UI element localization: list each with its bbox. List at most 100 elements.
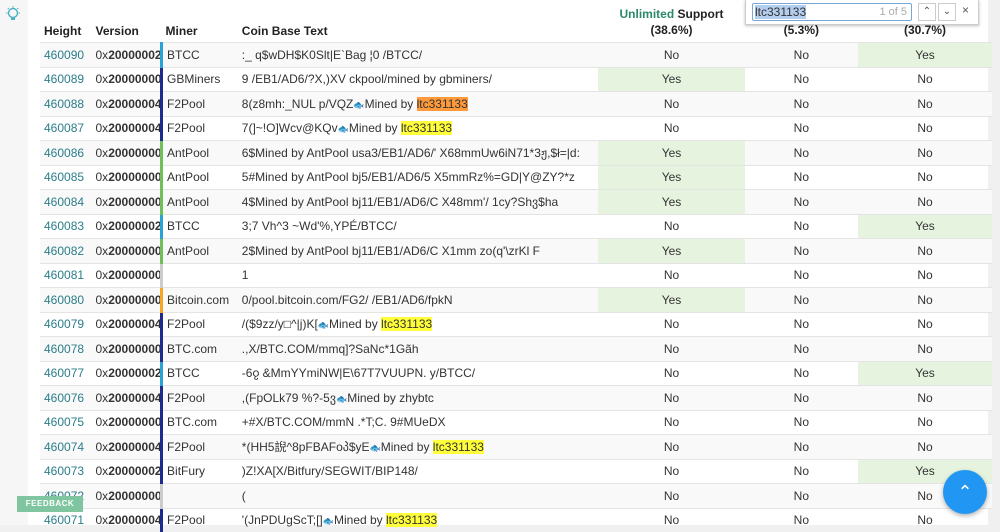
table-row[interactable]: 460090 0x20000002 BTCC:_ q$wDH$K0Slt|E`Bag…: [40, 42, 992, 67]
support-cell: Yes: [598, 140, 745, 165]
header-unlimited-support[interactable]: Unlimited Support (38.6%): [598, 0, 744, 43]
table-row[interactable]: 460074 0x20000004 F2Pool *(HH5誽^8pFBAFoპ$yE…: [40, 434, 992, 459]
block-height-link[interactable]: 460087: [40, 115, 92, 141]
table-row[interactable]: 460080 0x20000000 Bitcoin.com 0/pool.bitcoi…: [40, 287, 992, 312]
blocks-table: Height Version Miner Coin Base Text Unli…: [40, 0, 992, 532]
coinbase-text: 9 /EB1/AD6/?X,)XV ckpool/mined by gbmine…: [237, 66, 599, 92]
coinbase-text: 1: [237, 262, 599, 288]
miner-name: Bitcoin.com: [160, 287, 238, 312]
miner-name: AntPool: [160, 164, 238, 190]
coinbase-mined-by: Mined by zhybtc: [347, 390, 434, 405]
block-height-link[interactable]: 460077: [40, 360, 92, 386]
version-prefix: 0x: [95, 341, 109, 356]
version-prefix: 0x: [95, 170, 109, 185]
support-cell: Yes: [598, 164, 745, 190]
header-version[interactable]: Version: [92, 0, 162, 43]
coinbase-mined-by: Mined by: [364, 96, 417, 111]
version-prefix: 0x: [95, 145, 109, 160]
table-row[interactable]: 460078 0x20000000 BTC.com .,X/BTC.COM/mmq]?…: [40, 336, 992, 361]
block-height-link[interactable]: 460089: [40, 66, 92, 92]
find-next-button[interactable]: ⌄: [938, 3, 956, 21]
block-height-link[interactable]: 460088: [40, 91, 92, 116]
coinbase-prefix: 0/pool.bitcoin.com/FG2/ /EB1/AD6/fpkN: [241, 292, 453, 307]
fish-icon: 🐟: [337, 124, 349, 135]
table-row[interactable]: 460083 0x20000002 BTCC 3;7 Vh^3 ~Wd'%,YPÉ/B…: [40, 213, 992, 239]
block-height-link[interactable]: 460082: [40, 238, 92, 263]
table-row[interactable]: 460071 0x20000004 F2Pool '(JnPDUgScT;[]🐟Min…: [40, 507, 992, 532]
coinbase-text: ,(FpOLk79 %?-5ვ🐟Mined by zhybtc: [237, 385, 599, 410]
header-coinbase[interactable]: Coin Base Text: [238, 0, 599, 43]
table-row[interactable]: 460088 0x20000004 F2Pool 8(z8mh:_NUL p/VQZ🐟…: [40, 91, 992, 116]
table-row[interactable]: 460086 0x20000000 AntPool 6$Mined by AntPoo…: [40, 140, 992, 165]
block-height-link[interactable]: 460079: [40, 311, 92, 337]
block-version: 0x20000000: [91, 483, 162, 508]
support-cell: No: [858, 434, 992, 459]
find-prev-button[interactable]: ⌃: [918, 3, 936, 21]
lightbulb-icon[interactable]: [5, 6, 21, 22]
block-height-link[interactable]: 460090: [40, 42, 92, 67]
support-cell: No: [598, 213, 745, 239]
scroll-top-button[interactable]: ⌃: [943, 470, 987, 514]
block-height-link[interactable]: 460073: [40, 458, 92, 484]
block-height-link[interactable]: 460080: [40, 287, 92, 312]
block-height-link[interactable]: 460086: [40, 140, 92, 165]
block-height-link[interactable]: 460084: [40, 189, 92, 214]
find-close-button[interactable]: ×: [962, 3, 969, 17]
support-cell: No: [858, 238, 992, 263]
support-cell: No: [858, 115, 992, 141]
coinbase-prefix: +#X/BTC.COM/mmN .*T;C. 9#MUeDX: [241, 415, 446, 430]
support-cell: No: [744, 507, 858, 532]
table-row[interactable]: 460089 0x20000000 GBMiners 9 /EB1/AD6/?X,)X…: [40, 66, 992, 92]
version-prefix: 0x: [95, 194, 109, 209]
fish-icon: 🐟: [353, 99, 365, 110]
fish-icon: 🐟: [369, 443, 381, 454]
miner-name: BTC.com: [160, 336, 238, 361]
table-row[interactable]: 460084 0x20000000 AntPool 4$Mined by AntPoo…: [40, 189, 992, 214]
close-icon: ×: [962, 3, 970, 17]
miner-name: F2Pool: [160, 507, 238, 532]
support-cell: No: [744, 434, 858, 459]
table-row[interactable]: 460073 0x20000002 BitFury)Z!XA[X/Bitfury/S…: [40, 458, 992, 484]
header-miner[interactable]: Miner: [162, 0, 238, 43]
table-row[interactable]: 460085 0x20000000 AntPool 5#Mined by AntPoo…: [40, 164, 992, 190]
block-height-link[interactable]: 460085: [40, 164, 92, 190]
coinbase-text: *(HH5誽^8pFBAFoპ$yE🐟Mined by ltc331133: [237, 434, 599, 459]
support-cell: No: [858, 140, 992, 165]
header-height[interactable]: Height: [40, 0, 92, 43]
block-version: 0x20000000: [91, 262, 162, 288]
search-highlight: ltc331133: [432, 440, 484, 455]
table-row[interactable]: 460076 0x20000004 F2Pool ,(FpOLk79 %?-5ვ🐟Mi…: [40, 385, 992, 410]
version-bits: 20000000: [108, 170, 162, 185]
find-input[interactable]: ltc331133 1 of 5: [752, 3, 912, 21]
table-row[interactable]: 460075 0x20000000 BTC.com +#X/BTC.COM/mmN .…: [40, 409, 992, 435]
support-cell: No: [858, 91, 992, 116]
table-row[interactable]: 460077 0x20000002 BTCC -6ჹ &MmYYmiNW|E\67T7…: [40, 360, 992, 386]
block-height-link[interactable]: 460075: [40, 409, 92, 435]
miner-name: AntPool: [160, 189, 238, 214]
version-bits: 20000000: [108, 488, 162, 503]
block-height-link[interactable]: 460083: [40, 213, 92, 239]
coinbase-prefix: '(JnPDUgScT;[]: [241, 513, 323, 528]
support-cell: No: [858, 287, 992, 312]
block-height-link[interactable]: 460074: [40, 434, 92, 459]
version-bits: 20000004: [108, 96, 162, 111]
table-row[interactable]: 4600720x20000000(NoNoNo: [40, 483, 992, 508]
block-height-link[interactable]: 460081: [40, 262, 92, 288]
table-row[interactable]: 460081 0x20000000 1 No No No: [40, 262, 992, 288]
block-version: 0x20000000: [91, 140, 162, 165]
block-height-link[interactable]: 460078: [40, 336, 92, 361]
support-cell: Yes: [598, 238, 745, 263]
left-gutter: [0, 0, 28, 525]
table-row[interactable]: 460082 0x20000000 AntPool 2$Mined by AntPoo…: [40, 238, 992, 263]
support-cell: Yes: [598, 189, 745, 214]
block-height-link[interactable]: 460076: [40, 385, 92, 410]
coinbase-prefix: -6ჹ &MmYYmiNW|E\67T7VUUPN. y/BTCC/: [241, 366, 476, 381]
version-prefix: 0x: [95, 488, 109, 503]
table-row[interactable]: 460079 0x20000004 F2Pool/($9zz/y□^|j)K[🐟Mi…: [40, 311, 992, 337]
coinbase-prefix: 6$Mined by AntPool usa3/EB1/AD6/' X68mmU…: [241, 145, 580, 160]
coinbase-prefix: 8(z8mh:_NUL p/VQZ: [241, 96, 354, 111]
table-row[interactable]: 460087 0x20000004 F2Pool 7(]~!O]Wcv@KQv🐟Min…: [40, 115, 992, 141]
feedback-button[interactable]: FEEDBACK: [17, 496, 83, 512]
support-cell: No: [744, 360, 858, 386]
version-prefix: 0x: [95, 366, 109, 381]
